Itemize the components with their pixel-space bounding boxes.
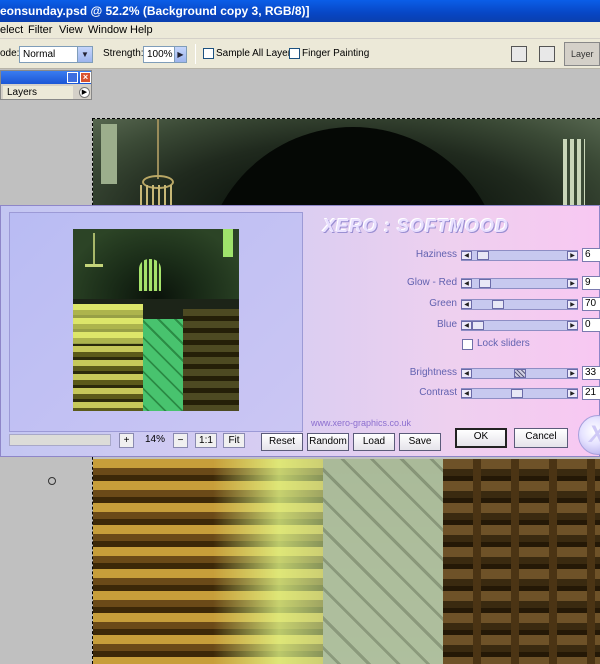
mode-label: ode:: [0, 48, 20, 59]
contrast-slider-thumb[interactable]: [511, 389, 523, 398]
brightness-value[interactable]: 33: [582, 366, 600, 380]
panel-menu-icon[interactable]: ▶: [79, 87, 90, 98]
strength-input[interactable]: 100% ▶: [143, 46, 187, 63]
church-window-right: [563, 139, 585, 209]
load-button[interactable]: Load: [353, 433, 395, 451]
slider-left-arrow-icon[interactable]: ◀: [461, 251, 472, 260]
options-bar: ode: Normal ▼ Strength: 100% ▶ Sample Al…: [0, 39, 600, 69]
mode-select[interactable]: Normal ▼: [19, 46, 93, 63]
pews-left: [93, 459, 323, 664]
pews-right: [443, 459, 600, 664]
lock-sliders-checkbox[interactable]: [462, 339, 473, 350]
zoom-fit-button[interactable]: Fit: [223, 433, 245, 448]
chevron-right-icon[interactable]: ▶: [174, 47, 186, 62]
brightness-slider[interactable]: ◀ ▶: [461, 368, 578, 379]
slider-left-arrow-icon[interactable]: ◀: [461, 389, 472, 398]
brightness-label: Brightness: [409, 367, 457, 378]
minimize-icon[interactable]: [67, 72, 78, 83]
palette-well[interactable]: Layer: [564, 42, 600, 66]
blue-label: Blue: [436, 319, 457, 330]
xero-logo-icon: [578, 415, 600, 455]
menu-select[interactable]: elect: [0, 24, 23, 36]
close-icon[interactable]: ×: [80, 72, 91, 83]
contrast-label: Contrast: [419, 387, 457, 398]
zoom-1to1-button[interactable]: 1:1: [195, 433, 217, 448]
green-value[interactable]: 70: [582, 297, 600, 311]
blue-slider-thumb[interactable]: [472, 321, 484, 330]
sample-all-layers-label: Sample All Layers: [216, 48, 297, 59]
menu-view[interactable]: View: [59, 24, 83, 36]
plugin-url-link[interactable]: www.xero-graphics.co.uk: [311, 418, 411, 428]
strength-value: 100%: [147, 49, 173, 60]
save-button[interactable]: Save: [399, 433, 441, 451]
glow-red-slider-thumb[interactable]: [479, 279, 491, 288]
mode-value: Normal: [23, 49, 56, 60]
slider-left-arrow-icon[interactable]: ◀: [461, 321, 472, 330]
slider-left-arrow-icon[interactable]: ◀: [461, 300, 472, 309]
layers-panel: × Layers ▶: [0, 70, 92, 100]
plugin-brand-title: XERO : SOFTMOOD: [323, 216, 509, 236]
green-label: Green: [429, 298, 457, 309]
haziness-slider[interactable]: ◀ ▶: [461, 250, 578, 261]
window-title: eonsunday.psd @ 52.2% (Background copy 3…: [0, 4, 310, 18]
zoom-level: 14%: [144, 434, 165, 445]
strength-label: Strength:: [103, 48, 144, 59]
slider-right-arrow-icon[interactable]: ▶: [567, 300, 578, 309]
finger-painting-label: Finger Painting: [302, 48, 370, 59]
cancel-button[interactable]: Cancel: [514, 428, 568, 448]
haziness-slider-thumb[interactable]: [477, 251, 489, 260]
ok-button[interactable]: OK: [455, 428, 507, 448]
green-slider-thumb[interactable]: [492, 300, 504, 309]
contrast-value[interactable]: 21: [582, 386, 600, 400]
contrast-slider[interactable]: ◀ ▶: [461, 388, 578, 399]
random-button[interactable]: Random: [307, 433, 349, 451]
canvas-image-top: [93, 119, 600, 277]
haziness-value[interactable]: 6: [582, 248, 600, 262]
sample-all-layers-checkbox[interactable]: [203, 48, 214, 59]
slider-right-arrow-icon[interactable]: ▶: [567, 369, 578, 378]
slider-right-arrow-icon[interactable]: ▶: [567, 251, 578, 260]
preview-frame: [9, 212, 303, 432]
church-window-left: [101, 124, 117, 184]
chevron-down-icon: ▼: [77, 47, 92, 62]
chandelier: [138, 119, 178, 207]
glow-red-label: Glow - Red: [406, 277, 457, 288]
toolbar-separator: [195, 44, 196, 64]
preview-image[interactable]: [73, 229, 239, 411]
menu-filter[interactable]: Filter: [28, 24, 52, 36]
brightness-slider-thumb[interactable]: [514, 369, 526, 378]
reset-button[interactable]: Reset: [261, 433, 303, 451]
blue-value[interactable]: 0: [582, 318, 600, 332]
glow-red-slider[interactable]: ◀ ▶: [461, 278, 578, 289]
slider-left-arrow-icon[interactable]: ◀: [461, 279, 472, 288]
menu-help[interactable]: Help: [130, 24, 153, 36]
progress-bar: [9, 434, 111, 446]
palette-well-tab[interactable]: Layer: [571, 49, 594, 59]
brush-cursor-icon: [48, 477, 56, 485]
file-browser-icon[interactable]: [539, 46, 555, 62]
window-title-bar: eonsunday.psd @ 52.2% (Background copy 3…: [0, 0, 600, 22]
slider-right-arrow-icon[interactable]: ▶: [567, 389, 578, 398]
haziness-label: Haziness: [415, 249, 457, 260]
blue-slider[interactable]: ◀ ▶: [461, 320, 578, 331]
zoom-in-button[interactable]: +: [119, 433, 134, 448]
finger-painting-checkbox[interactable]: [289, 48, 300, 59]
menu-window[interactable]: Window: [88, 24, 127, 36]
tool-presets-icon[interactable]: [511, 46, 527, 62]
tab-layers[interactable]: Layers: [3, 86, 73, 99]
zoom-out-button[interactable]: −: [173, 433, 188, 448]
tab-layers-label: Layers: [7, 87, 38, 98]
softmood-dialog: XERO : SOFTMOOD Haziness ◀ ▶ 6 Glow - Re…: [0, 205, 600, 457]
slider-right-arrow-icon[interactable]: ▶: [567, 279, 578, 288]
green-slider[interactable]: ◀ ▶: [461, 299, 578, 310]
canvas-image-bottom: [93, 459, 600, 664]
slider-left-arrow-icon[interactable]: ◀: [461, 369, 472, 378]
slider-right-arrow-icon[interactable]: ▶: [567, 321, 578, 330]
lock-sliders-label: Lock sliders: [477, 338, 530, 349]
menu-bar: elect Filter View Window Help: [0, 22, 600, 39]
glow-red-value[interactable]: 9: [582, 276, 600, 290]
